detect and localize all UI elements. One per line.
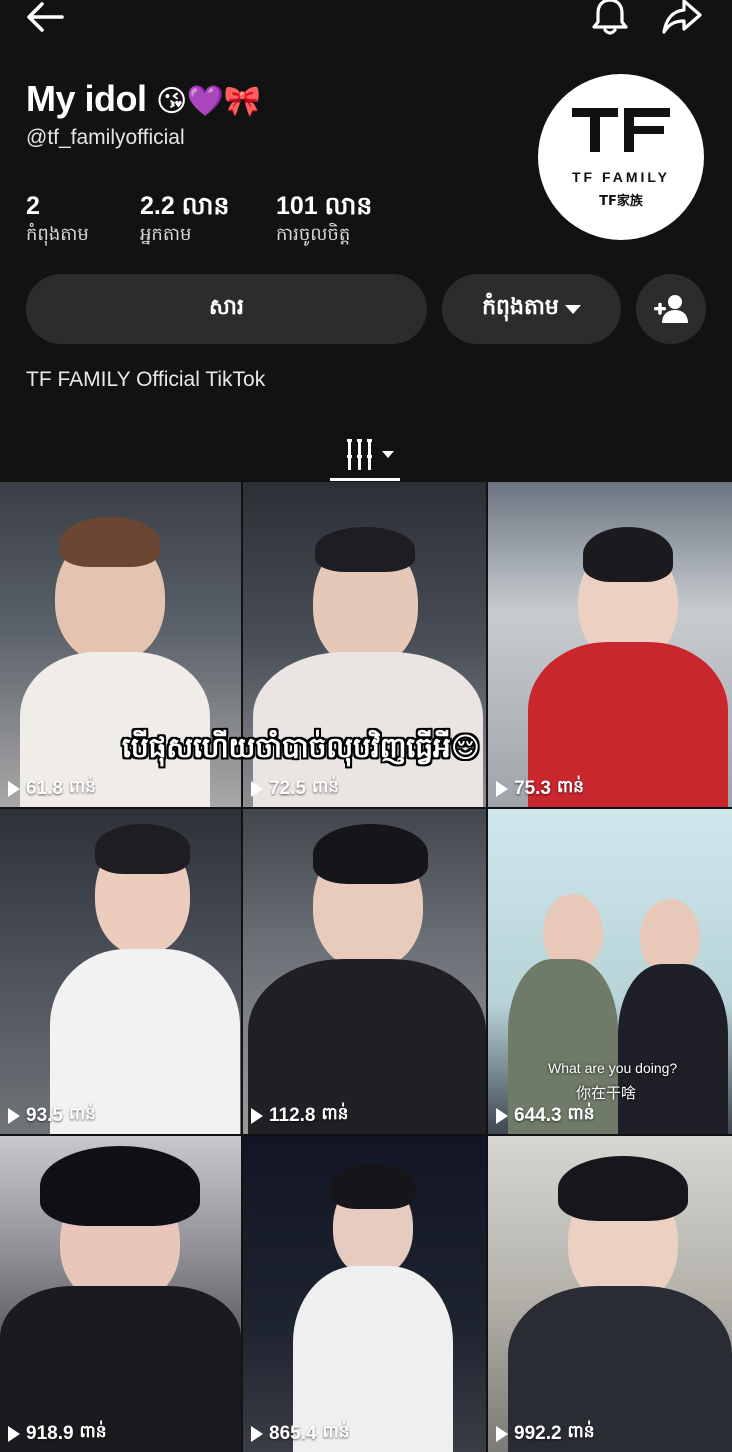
play-icon: [251, 780, 263, 797]
play-icon: [8, 780, 20, 797]
stat-following[interactable]: 2 កំពុងតាម: [26, 192, 89, 246]
profile-bio: TF FAMILY Official TikTok: [26, 368, 266, 391]
stat-likes-value: 101 លាន: [276, 192, 373, 220]
video-tile[interactable]: 75.3 ពាន់: [488, 482, 732, 807]
video-views: 61.8 ពាន់: [8, 776, 96, 801]
stat-likes-label: ការចូលចិត្ត: [276, 224, 351, 245]
play-icon: [496, 780, 508, 797]
following-button[interactable]: កំពុងតាម: [442, 274, 621, 344]
video-tile[interactable]: 992.2 ពាន់: [488, 1136, 732, 1452]
avatar[interactable]: TF FAMILY TF家族: [538, 74, 704, 240]
stat-following-value: 2: [26, 192, 40, 220]
video-views: 75.3 ពាន់: [496, 776, 584, 801]
play-icon: [251, 1107, 263, 1124]
tf-logo-icon: [572, 108, 670, 152]
video-tile[interactable]: 112.8 ពាន់: [243, 809, 486, 1134]
message-button-label: សារ: [209, 294, 244, 319]
caret-down-icon: [564, 304, 581, 314]
share-arrow-icon[interactable]: [660, 0, 704, 38]
video-subtitle-cn: 你在干啥: [576, 1084, 637, 1102]
play-icon: [496, 1425, 508, 1442]
play-icon: [251, 1425, 263, 1442]
stat-following-label: កំពុងតាម: [26, 224, 89, 245]
video-tile[interactable]: 918.9 ពាន់: [0, 1136, 241, 1452]
video-views: 93.5 ពាន់: [8, 1103, 96, 1128]
video-tile[interactable]: 865.4 ពាន់: [243, 1136, 486, 1452]
tab-bar: [0, 420, 732, 482]
tab-underline: [330, 478, 400, 481]
thumbnail-figure: [583, 527, 673, 582]
profile-name-text: My idol: [26, 78, 147, 119]
thumbnail-figure: [40, 1146, 200, 1226]
thumbnail-figure: [331, 1164, 415, 1209]
thumbnail-figure: [315, 527, 415, 572]
thumbnail-figure: [543, 894, 603, 969]
thumbnail-figure: [640, 899, 700, 974]
thumbnail-figure: [60, 517, 160, 567]
bell-icon[interactable]: [588, 0, 632, 38]
stat-followers-label: អ្នកតាម: [140, 224, 192, 245]
thumbnail-figure: [558, 1156, 688, 1221]
thumbnail-figure: [618, 964, 728, 1134]
play-icon: [496, 1107, 508, 1124]
video-caption-overlay: បើផុសហើយចាំបាច់លុបវិញធ្វើអី😌: [122, 731, 480, 764]
add-friend-button[interactable]: [636, 274, 706, 344]
video-views: 644.3 ពាន់: [496, 1103, 595, 1128]
thumbnail-figure: [95, 824, 190, 874]
stat-followers[interactable]: 2.2 លាន អ្នកតាម: [140, 192, 229, 246]
video-views: 865.4 ពាន់: [251, 1421, 350, 1446]
video-subtitle-en: What are you doing?: [548, 1060, 678, 1076]
add-user-icon: [654, 295, 688, 323]
avatar-brand: TF FAMILY: [571, 169, 671, 185]
stat-likes[interactable]: 101 លាន ការចូលចិត្ត: [276, 192, 372, 246]
video-views: 72.5 ពាន់: [251, 776, 339, 801]
profile-name-emojis: 😘💜🎀: [156, 84, 261, 119]
video-grid: 61.8 ពាន់ 72.5 ពាន់ 75.3 ពាន់ 93.5 ពាន់ 112.…: [0, 482, 732, 1452]
thumbnail-figure: [313, 824, 428, 884]
video-views: 112.8 ពាន់: [251, 1103, 348, 1128]
top-bar: [0, 0, 732, 40]
message-button[interactable]: សារ: [26, 274, 427, 344]
video-views: 992.2 ពាន់: [496, 1421, 595, 1446]
profile-handle: @tf_familyofficial: [26, 126, 185, 149]
grid-columns-icon[interactable]: [330, 428, 402, 482]
play-icon: [8, 1107, 20, 1124]
video-tile[interactable]: 93.5 ពាន់: [0, 809, 241, 1134]
profile-name: My idol 😘💜🎀: [26, 78, 261, 120]
arrow-left-icon[interactable]: [24, 0, 66, 34]
avatar-brand-cn: TF家族: [599, 194, 643, 209]
video-views: 918.9 ពាន់: [8, 1421, 107, 1446]
following-button-label: កំពុងតាម: [482, 294, 559, 319]
stat-followers-value: 2.2 លាន: [140, 192, 230, 220]
play-icon: [8, 1425, 20, 1442]
